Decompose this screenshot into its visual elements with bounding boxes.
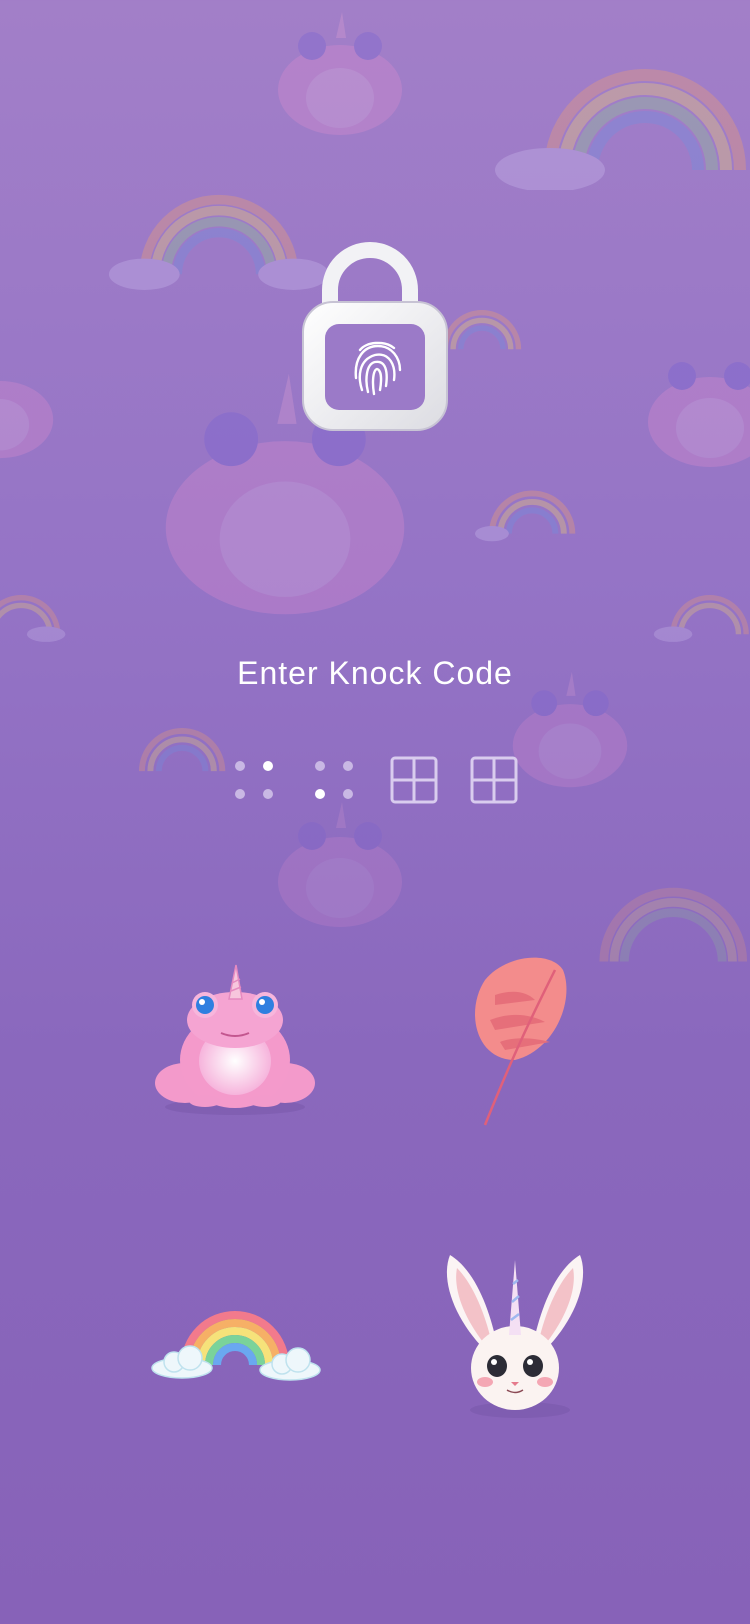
dot-grid-icon (315, 761, 353, 799)
knock-tile-bunny[interactable] (395, 1215, 635, 1455)
knock-tile-frog[interactable] (115, 920, 355, 1160)
bg-rainbow-icon (0, 595, 66, 642)
quad-grid-icon (390, 756, 438, 804)
quad-grid-icon (470, 756, 518, 804)
knock-code-prompt: Enter Knock Code (237, 655, 513, 691)
rainbow-cloud-icon (151, 1311, 321, 1381)
bg-frog-icon (648, 362, 750, 467)
bg-frog-icon (278, 802, 402, 927)
dot-grid-icon (235, 761, 273, 799)
knock-tile-rainbow[interactable] (115, 1215, 355, 1455)
knock-tile-leaf[interactable] (395, 920, 635, 1160)
unlocked-padlock-fingerprint-icon (302, 242, 448, 431)
bg-rainbow-icon (653, 595, 749, 642)
bg-rainbow-icon (108, 195, 329, 290)
knock-code-indicator (230, 756, 530, 812)
bg-rainbow-icon (475, 490, 576, 542)
bg-frog-icon (278, 12, 402, 135)
bg-rainbow-icon (495, 69, 746, 190)
unicorn-bunny-icon (446, 1255, 584, 1418)
unicorn-frog-icon (155, 964, 315, 1115)
pink-leaf-icon (475, 957, 567, 1126)
bg-frog-icon (0, 381, 54, 459)
bg-rainbow-icon (138, 728, 226, 772)
